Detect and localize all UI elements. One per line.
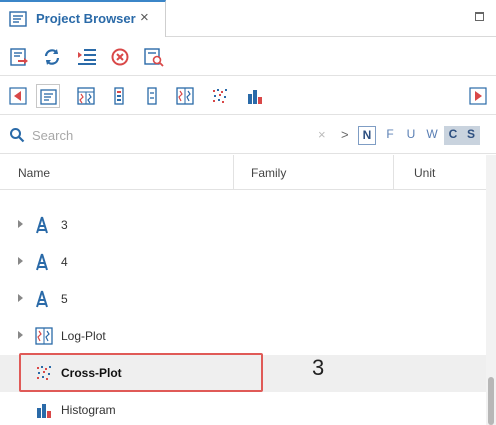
maximize-icon[interactable]	[475, 12, 484, 21]
well-icon	[35, 191, 49, 194]
well-icon	[35, 290, 49, 311]
import-icon[interactable]	[9, 47, 29, 67]
well-view-icon[interactable]	[107, 84, 131, 108]
expand-arrow-icon[interactable]	[18, 331, 23, 339]
step-annotation: 3	[312, 355, 325, 380]
double-track-icon[interactable]	[173, 84, 197, 108]
previous-arrow-icon[interactable]	[6, 84, 30, 108]
indent-list-icon[interactable]	[77, 47, 97, 67]
tree-item[interactable]: 5	[0, 281, 486, 318]
tree-item-label: Cross-Plot	[61, 366, 122, 380]
expand-arrow-icon[interactable]	[18, 294, 23, 302]
search-input[interactable]	[30, 125, 310, 145]
tree-item[interactable]: 3	[0, 207, 486, 244]
histogram-icon	[35, 401, 53, 422]
column-header: Name Family Unit	[0, 155, 486, 190]
tab-project-browser[interactable]: Project Browser ×	[0, 0, 166, 37]
tree-item-selected[interactable]: Cross-Plot	[0, 355, 486, 392]
clear-search-icon[interactable]: ×	[318, 127, 326, 142]
delete-icon[interactable]	[110, 47, 130, 67]
find-next-button[interactable]: >	[341, 127, 349, 142]
tree-item[interactable]: 2	[0, 191, 486, 201]
column-name[interactable]: Name	[18, 166, 50, 180]
column-divider[interactable]	[393, 155, 394, 190]
refresh-icon[interactable]	[42, 47, 62, 67]
view-toolbar	[0, 77, 496, 115]
column-unit[interactable]: Unit	[414, 166, 435, 180]
tree-item-label: 4	[61, 255, 68, 269]
tree-item[interactable]: Histogram	[0, 392, 486, 425]
cross-plot-icon	[35, 364, 53, 385]
log-plot-icon	[35, 327, 53, 348]
filter-name-toggle[interactable]: N	[358, 126, 376, 145]
scrollbar-thumb[interactable]	[488, 377, 494, 425]
cross-plot-view-icon[interactable]	[208, 84, 232, 108]
list-view-icon[interactable]	[36, 84, 60, 108]
close-icon[interactable]: ×	[140, 10, 149, 26]
search-icon	[9, 127, 25, 146]
column-family[interactable]: Family	[251, 166, 286, 180]
column-divider[interactable]	[233, 155, 234, 190]
filter-family-toggle[interactable]: F	[381, 126, 399, 145]
filter-c-toggle[interactable]: C	[444, 126, 462, 145]
tree-item-label: Histogram	[61, 403, 116, 417]
tree-item-label: 5	[61, 292, 68, 306]
project-tree: 2 3 4 5 Log-Plot	[0, 191, 486, 425]
tab-title: Project Browser	[36, 11, 136, 26]
tree-item-label: Log-Plot	[61, 329, 106, 343]
well-icon	[35, 253, 49, 274]
filter-whole-word-toggle[interactable]: W	[423, 126, 441, 145]
log-plot-view-icon[interactable]	[74, 84, 98, 108]
tree-item-label: 3	[61, 218, 68, 232]
search-bar: × > N F U W C S	[0, 116, 496, 154]
filter-s-toggle[interactable]: S	[462, 126, 480, 145]
expand-arrow-icon[interactable]	[18, 257, 23, 265]
tree-item[interactable]: 4	[0, 244, 486, 281]
action-toolbar	[0, 38, 496, 76]
tab-bar: Project Browser ×	[0, 0, 496, 37]
tree-item[interactable]: Log-Plot	[0, 318, 486, 355]
next-arrow-icon[interactable]	[466, 84, 490, 108]
project-browser-icon	[9, 11, 27, 30]
histogram-view-icon[interactable]	[243, 84, 267, 108]
filter-unit-toggle[interactable]: U	[402, 126, 420, 145]
single-track-icon[interactable]	[140, 84, 164, 108]
well-icon	[35, 216, 49, 237]
search-document-icon[interactable]	[144, 47, 164, 67]
vertical-scrollbar[interactable]	[486, 155, 496, 425]
expand-arrow-icon[interactable]	[18, 220, 23, 228]
